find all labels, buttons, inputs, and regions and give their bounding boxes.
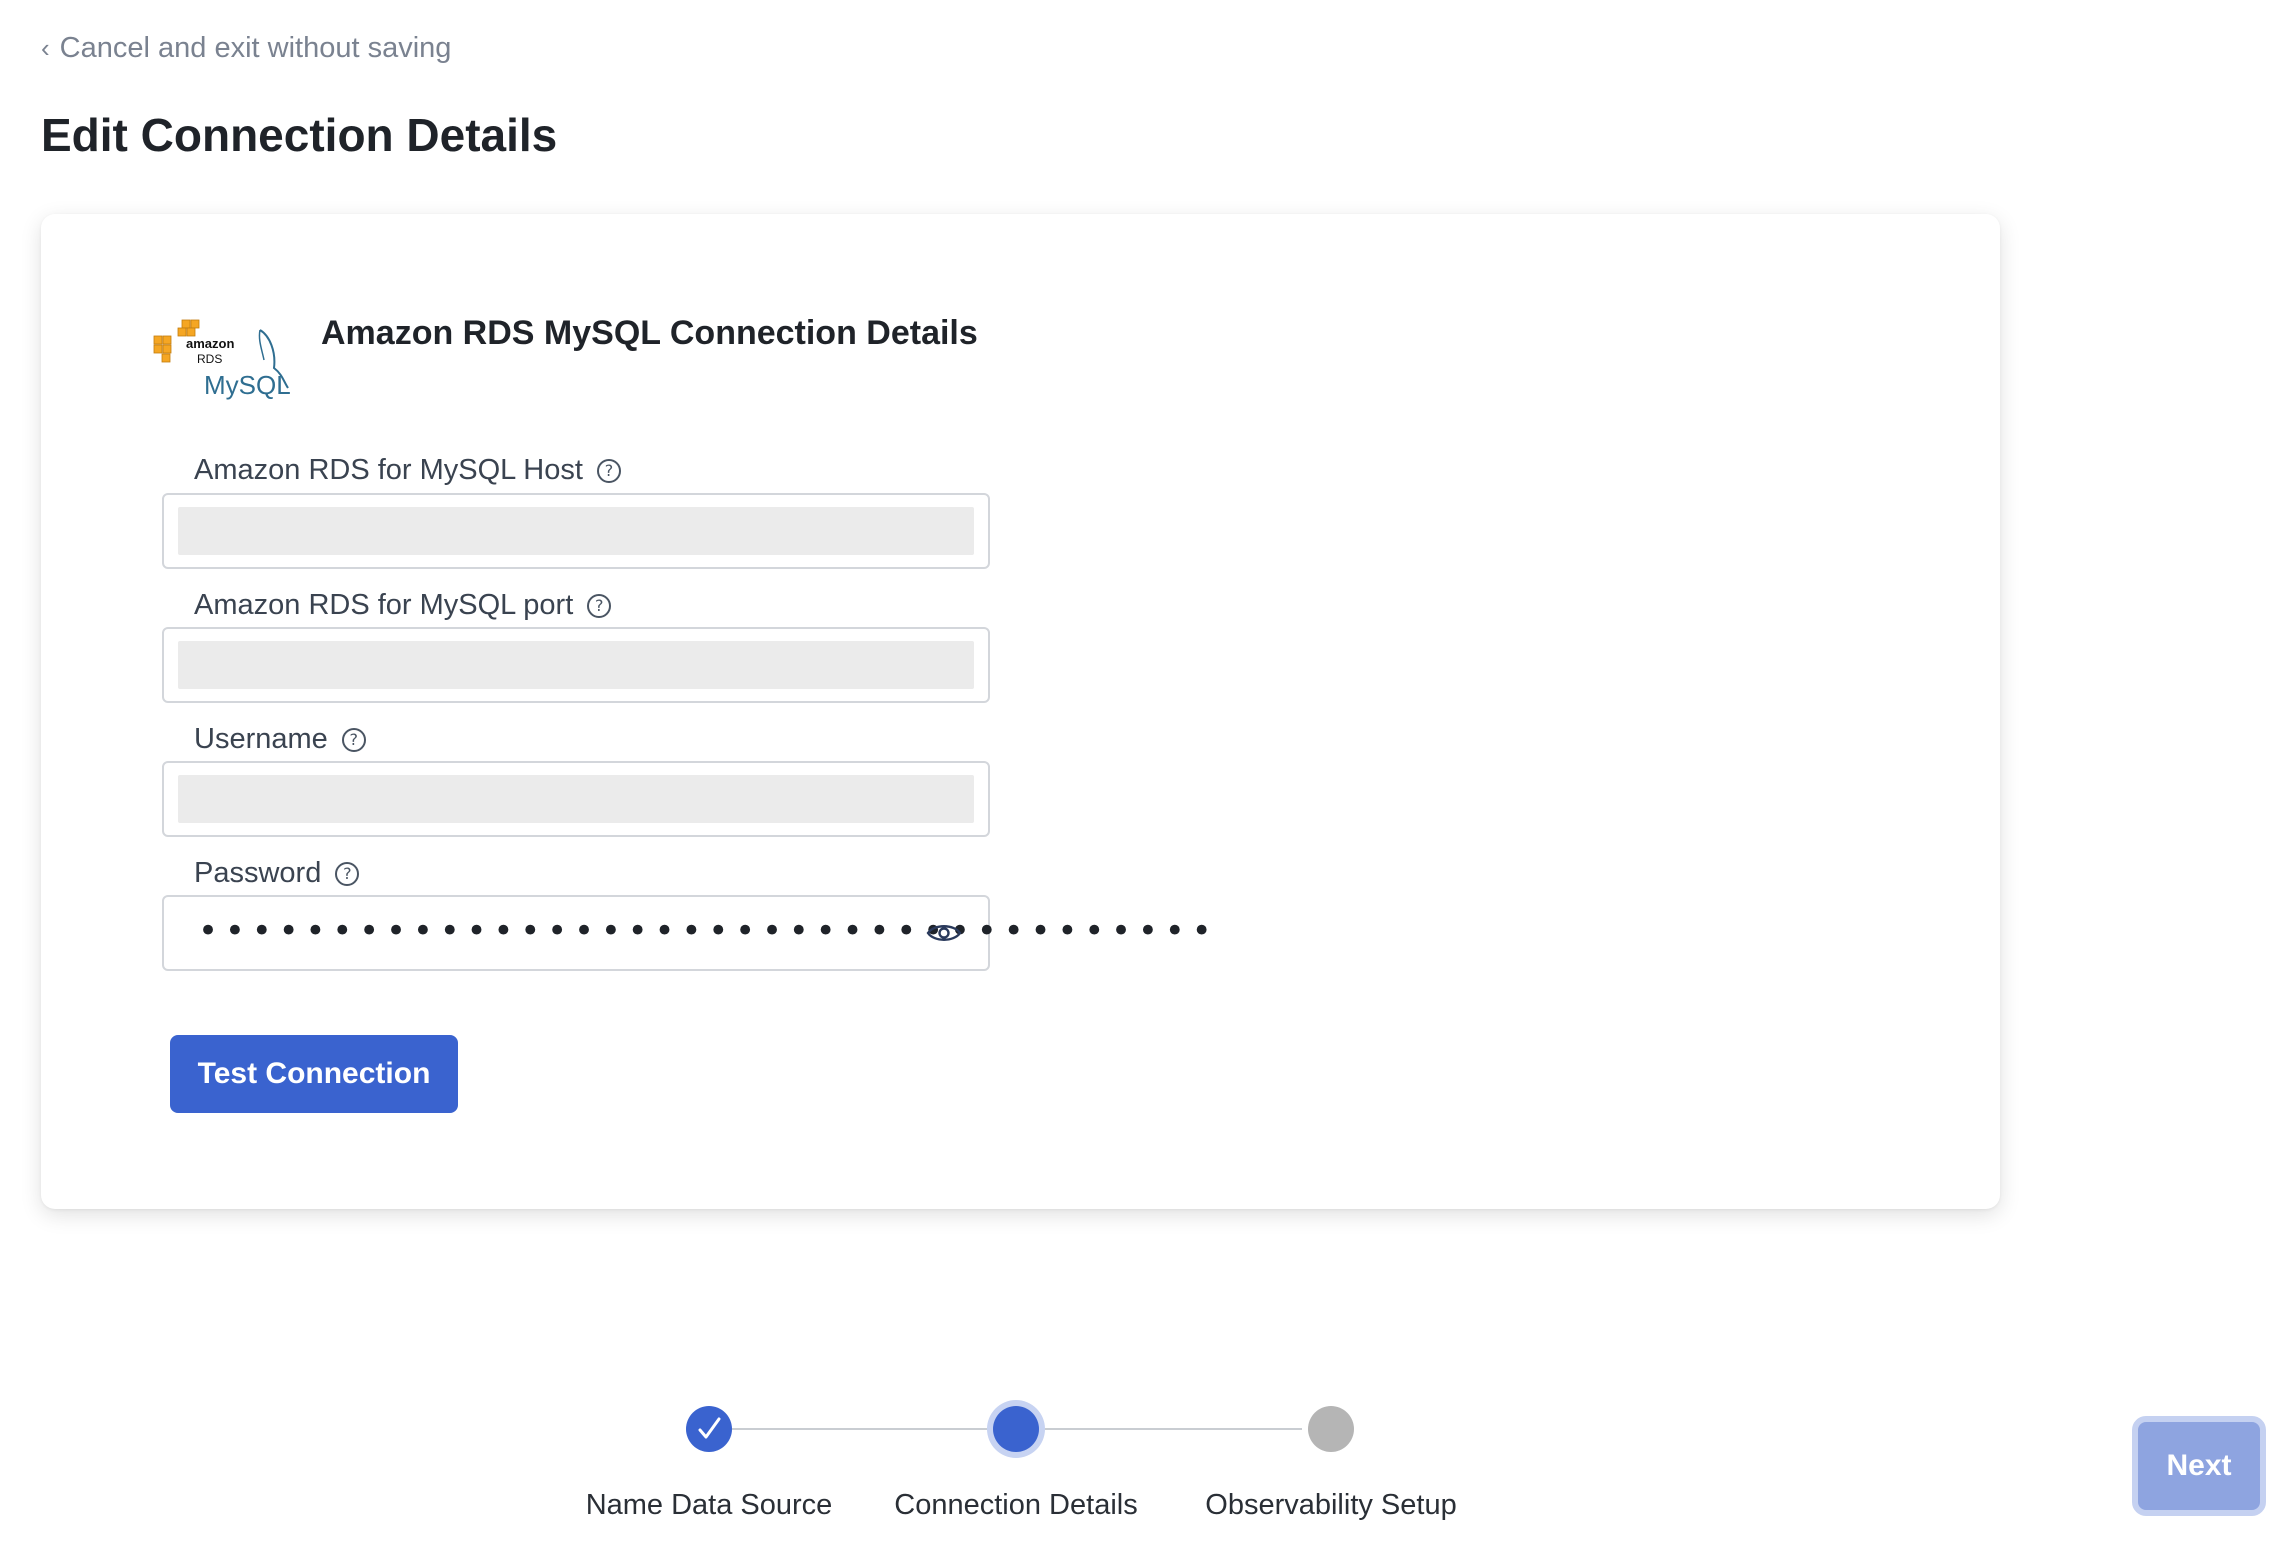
cancel-exit-label: Cancel and exit without saving	[59, 32, 452, 64]
step-name-data-source-dot[interactable]	[686, 1406, 732, 1452]
stepper-connector-1	[732, 1428, 1000, 1430]
port-help-icon[interactable]: ?	[587, 593, 612, 618]
chevron-left-icon: ‹	[41, 33, 50, 63]
host-field-label: Amazon RDS for MySQL Host	[194, 454, 583, 486]
host-input-value	[178, 507, 974, 555]
username-field-label-row: Username ?	[194, 723, 366, 756]
logo-mysql-text: MySQL	[204, 370, 291, 400]
password-masked-value: ••••••••••••••••••••••••••••••••••••••	[198, 911, 1219, 951]
page-title: Edit Connection Details	[41, 109, 558, 161]
step-observability-setup-dot[interactable]	[1308, 1406, 1354, 1452]
password-field-label-row: Password ?	[194, 857, 360, 890]
host-field-label-row: Amazon RDS for MySQL Host ?	[194, 454, 621, 487]
test-connection-button[interactable]: Test Connection	[170, 1035, 458, 1113]
host-input[interactable]	[162, 493, 990, 569]
password-field-label: Password	[194, 857, 322, 889]
port-field-label-row: Amazon RDS for MySQL port ?	[194, 589, 612, 622]
password-help-icon[interactable]: ?	[335, 861, 360, 886]
amazon-rds-mysql-logo: amazon RDS MySQL	[153, 319, 291, 400]
logo-amazon-text: amazon	[186, 336, 234, 351]
username-field-label: Username	[194, 723, 328, 755]
port-input[interactable]	[162, 627, 990, 703]
username-input[interactable]	[162, 761, 990, 837]
next-button[interactable]: Next	[2132, 1416, 2266, 1516]
username-input-value	[178, 775, 974, 823]
password-input[interactable]: ••••••••••••••••••••••••••••••••••••••	[162, 895, 1212, 971]
step-observability-setup-label: Observability Setup	[1205, 1489, 1457, 1521]
checkmark-icon	[698, 1417, 721, 1439]
step-name-data-source-label: Name Data Source	[585, 1489, 833, 1521]
port-input-value	[178, 641, 974, 689]
port-field-label: Amazon RDS for MySQL port	[194, 589, 574, 621]
eye-icon[interactable]	[926, 921, 962, 945]
cancel-exit-link[interactable]: ‹ Cancel and exit without saving	[41, 32, 451, 65]
step-connection-details-label: Connection Details	[894, 1489, 1138, 1521]
step-connection-details-dot[interactable]	[987, 1400, 1045, 1458]
username-help-icon[interactable]: ?	[341, 727, 366, 752]
logo-rds-text: RDS	[197, 352, 222, 366]
host-help-icon[interactable]: ?	[596, 458, 621, 483]
stepper-connector-2	[1044, 1428, 1302, 1430]
card-title: Amazon RDS MySQL Connection Details	[321, 314, 978, 352]
